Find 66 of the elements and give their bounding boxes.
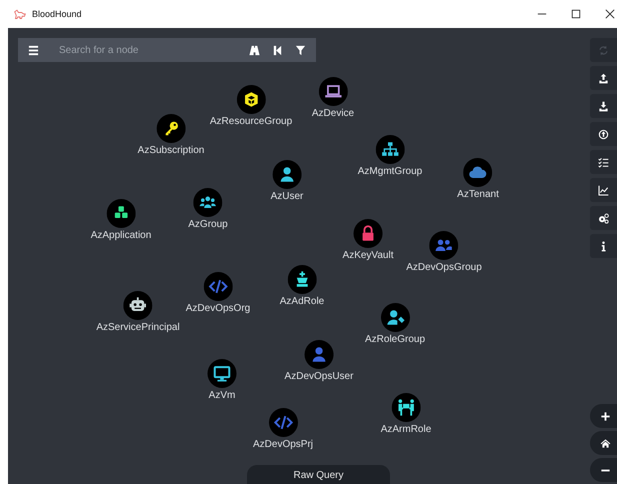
node-circle[interactable] [304,340,334,369]
filter-icon[interactable] [295,44,306,56]
node-circle[interactable] [272,160,302,189]
arrow-circle-icon [598,128,609,140]
gears-icon [598,212,609,224]
node-label: AzServicePrincipal [96,322,180,333]
node-circle[interactable] [318,77,348,106]
node-label: AzMgmtGroup [358,166,422,177]
node-label: AzApplication [90,230,152,241]
checklist-button[interactable] [590,150,617,174]
node-label: AzSubscription [138,145,204,156]
node-circle[interactable] [236,85,266,114]
node-label: AzUser [270,191,304,202]
home-icon [600,438,610,448]
plus-icon [600,410,610,422]
maximize-icon[interactable] [571,9,581,19]
close-icon[interactable] [605,9,615,19]
node-circle[interactable] [288,265,316,294]
node-label: AzDevice [312,108,354,119]
dog-logo-icon [14,9,26,19]
raw-query-button[interactable]: Raw Query [247,465,390,484]
node-circle[interactable] [106,199,136,228]
node-label: AzDevOpsGroup [406,262,482,273]
node-circle[interactable] [380,303,410,332]
node-label: AzKeyVault [342,250,394,261]
node-label: AzRoleGroup [364,334,426,345]
node-label: AzAdRole [280,296,324,307]
download-icon [598,100,609,112]
node-label: AzDevOpsOrg [186,303,250,314]
arrow-circle-button[interactable] [590,122,617,146]
upload-icon [598,72,609,84]
home-button[interactable] [590,431,617,455]
node-circle[interactable] [354,219,382,248]
node-label: AzDevOpsPrj [253,439,313,450]
search-field[interactable]: Search for a node [51,44,231,56]
skip-back-icon[interactable] [272,44,283,56]
node-label: AzGroup [188,219,228,230]
node-label: AzResourceGroup [210,116,292,127]
node-label: AzArmRole [380,424,432,435]
node-label: AzDevOpsUser [284,371,354,382]
info-button[interactable] [590,234,617,258]
upload-button[interactable] [590,66,617,90]
window-title: BloodHound [32,9,82,19]
line-chart-button[interactable] [590,178,617,202]
node-circle[interactable] [464,158,492,187]
refresh-icon [598,44,609,56]
node-label: AzVm [208,390,236,401]
node-circle[interactable] [204,272,232,301]
node-circle[interactable] [392,393,420,422]
search-bar[interactable]: Search for a node [18,38,316,62]
minus-button[interactable] [590,458,617,482]
node-circle[interactable] [156,114,186,143]
plus-button[interactable] [590,404,617,428]
node-circle[interactable] [124,291,152,320]
node-circle[interactable] [194,188,222,217]
node-label: AzTenant [457,189,499,200]
node-circle[interactable] [208,359,236,388]
node-circle[interactable] [268,408,298,437]
menu-icon[interactable] [28,44,39,56]
node-circle[interactable] [376,135,404,164]
download-button[interactable] [590,94,617,118]
checklist-icon [598,156,609,168]
line-chart-icon [598,184,609,196]
road-icon[interactable] [249,44,260,56]
gears-button[interactable] [590,206,617,230]
node-circle[interactable] [430,231,458,260]
